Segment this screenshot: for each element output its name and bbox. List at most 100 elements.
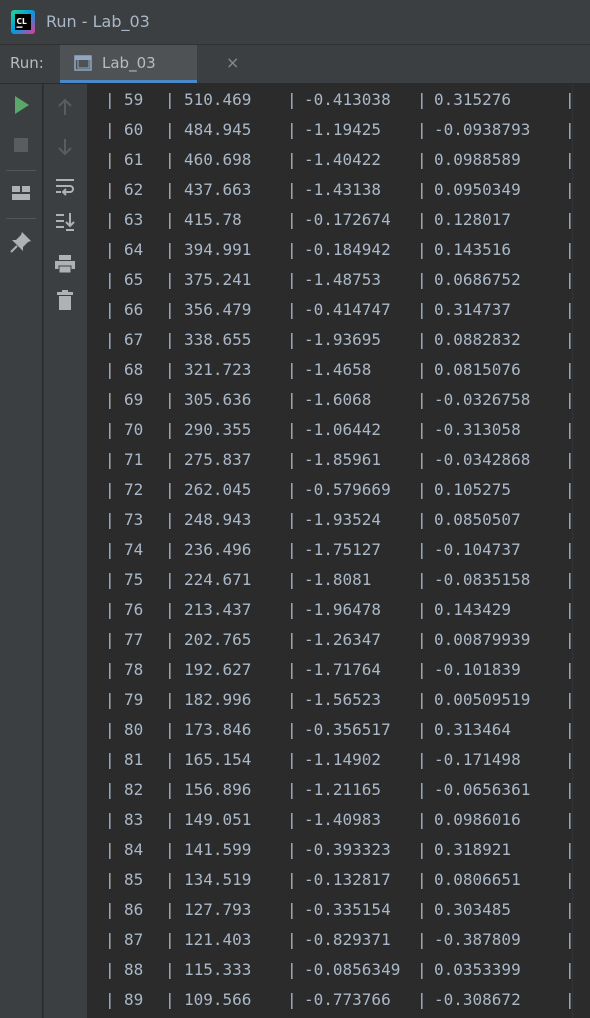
pin-icon[interactable] (9, 230, 33, 254)
column-separator: | (287, 660, 297, 679)
column-separator: | (417, 570, 427, 589)
trash-icon[interactable] (53, 288, 77, 312)
row-value-c: -0.308672 (434, 990, 521, 1009)
down-arrow-icon[interactable] (53, 135, 77, 159)
row-value-c: 0.0950349 (434, 180, 521, 199)
column-separator: | (417, 720, 427, 739)
column-separator: | (165, 180, 175, 199)
column-separator: | (105, 240, 115, 259)
row-value-b: -1.14902 (304, 750, 382, 769)
row-value-b: -0.184942 (304, 240, 391, 259)
column-separator: | (417, 120, 427, 139)
row-index: 83 (124, 810, 144, 829)
console-row: | | | | | 79 182.996 -1.56523 0.00509519 (87, 685, 572, 715)
row-value-b: -1.06442 (304, 420, 382, 439)
row-value-c: 0.0986016 (434, 810, 521, 829)
row-value-a: 375.241 (184, 270, 252, 289)
row-value-c: 0.0850507 (434, 510, 521, 529)
column-separator: | (105, 180, 115, 199)
row-value-a: 321.723 (184, 360, 252, 379)
column-separator: | (565, 930, 572, 949)
layout-icon[interactable] (9, 181, 33, 205)
row-value-c: 0.303485 (434, 900, 512, 919)
toolbar-divider (6, 218, 36, 219)
row-value-a: 437.663 (184, 180, 252, 199)
column-separator: | (565, 150, 572, 169)
console-row: | | | | | 86 127.793 -0.335154 0.303485 (87, 895, 572, 925)
run-icon[interactable] (9, 93, 33, 117)
column-separator: | (105, 570, 115, 589)
column-separator: | (417, 660, 427, 679)
scroll-to-end-icon[interactable] (53, 210, 77, 234)
column-separator: | (165, 810, 175, 829)
column-separator: | (565, 90, 572, 109)
column-separator: | (287, 690, 297, 709)
window-title: Run - Lab_03 (46, 12, 150, 31)
row-value-a: 109.566 (184, 990, 252, 1009)
console-row: | | | | | 76 213.437 -1.96478 0.143429 (87, 595, 572, 625)
row-index: 60 (124, 120, 144, 139)
row-value-a: 275.837 (184, 450, 252, 469)
console-row: | | | | | 67 338.655 -1.93695 0.0882832 (87, 325, 572, 355)
ide-window: CL Run - Lab_03 Run: Lab_03 × | | | | | … (0, 0, 590, 1018)
column-separator: | (417, 450, 427, 469)
column-separator: | (105, 990, 115, 1009)
soft-wrap-icon[interactable] (53, 175, 77, 199)
column-separator: | (417, 750, 427, 769)
console-row: | | | | | 84 141.599 -0.393323 0.318921 (87, 835, 572, 865)
row-index: 61 (124, 150, 144, 169)
close-tab-icon[interactable]: × (226, 53, 239, 72)
row-index: 86 (124, 900, 144, 919)
stop-icon[interactable] (9, 133, 33, 157)
console-row: | | | | | 81 165.154 -1.14902 -0.171498 (87, 745, 572, 775)
column-separator: | (287, 600, 297, 619)
row-index: 65 (124, 270, 144, 289)
column-separator: | (417, 300, 427, 319)
column-separator: | (105, 510, 115, 529)
column-separator: | (105, 390, 115, 409)
tab-lab-03[interactable]: Lab_03 × (60, 45, 239, 83)
row-index: 89 (124, 990, 144, 1009)
column-separator: | (105, 270, 115, 289)
row-index: 77 (124, 630, 144, 649)
console-output[interactable]: | | | | | 59 510.469 -0.413038 0.315276 | | | | | 60 48… (87, 84, 572, 1018)
column-separator: | (105, 450, 115, 469)
row-value-b: -0.0856349 (304, 960, 401, 979)
column-separator: | (565, 960, 572, 979)
row-value-b: -1.26347 (304, 630, 382, 649)
column-separator: | (105, 960, 115, 979)
clion-logo-icon: CL (11, 10, 35, 34)
column-separator: | (565, 660, 572, 679)
column-separator: | (105, 720, 115, 739)
row-value-a: 224.671 (184, 570, 252, 589)
column-separator: | (565, 540, 572, 559)
row-value-c: 0.0686752 (434, 270, 521, 289)
column-separator: | (287, 480, 297, 499)
row-value-b: -1.40983 (304, 810, 382, 829)
console-row: | | | | | 70 290.355 -1.06442 -0.313058 (87, 415, 572, 445)
column-separator: | (287, 360, 297, 379)
tab-label: Lab_03 (102, 54, 156, 72)
column-separator: | (105, 600, 115, 619)
column-separator: | (165, 570, 175, 589)
column-separator: | (287, 270, 297, 289)
column-separator: | (565, 210, 572, 229)
column-separator: | (287, 870, 297, 889)
column-separator: | (565, 840, 572, 859)
row-value-a: 394.991 (184, 240, 252, 259)
row-value-c: 0.105275 (434, 480, 512, 499)
row-index: 70 (124, 420, 144, 439)
column-separator: | (105, 630, 115, 649)
row-value-c: -0.104737 (434, 540, 521, 559)
row-value-c: -0.0938793 (434, 120, 531, 139)
column-separator: | (165, 240, 175, 259)
column-separator: | (287, 990, 297, 1009)
column-separator: | (105, 780, 115, 799)
row-value-b: -1.8081 (304, 570, 372, 589)
vertical-scrollbar[interactable] (572, 84, 590, 1018)
row-index: 63 (124, 210, 144, 229)
row-value-a: 127.793 (184, 900, 252, 919)
print-icon[interactable] (53, 252, 77, 276)
column-separator: | (165, 480, 175, 499)
up-arrow-icon[interactable] (53, 95, 77, 119)
